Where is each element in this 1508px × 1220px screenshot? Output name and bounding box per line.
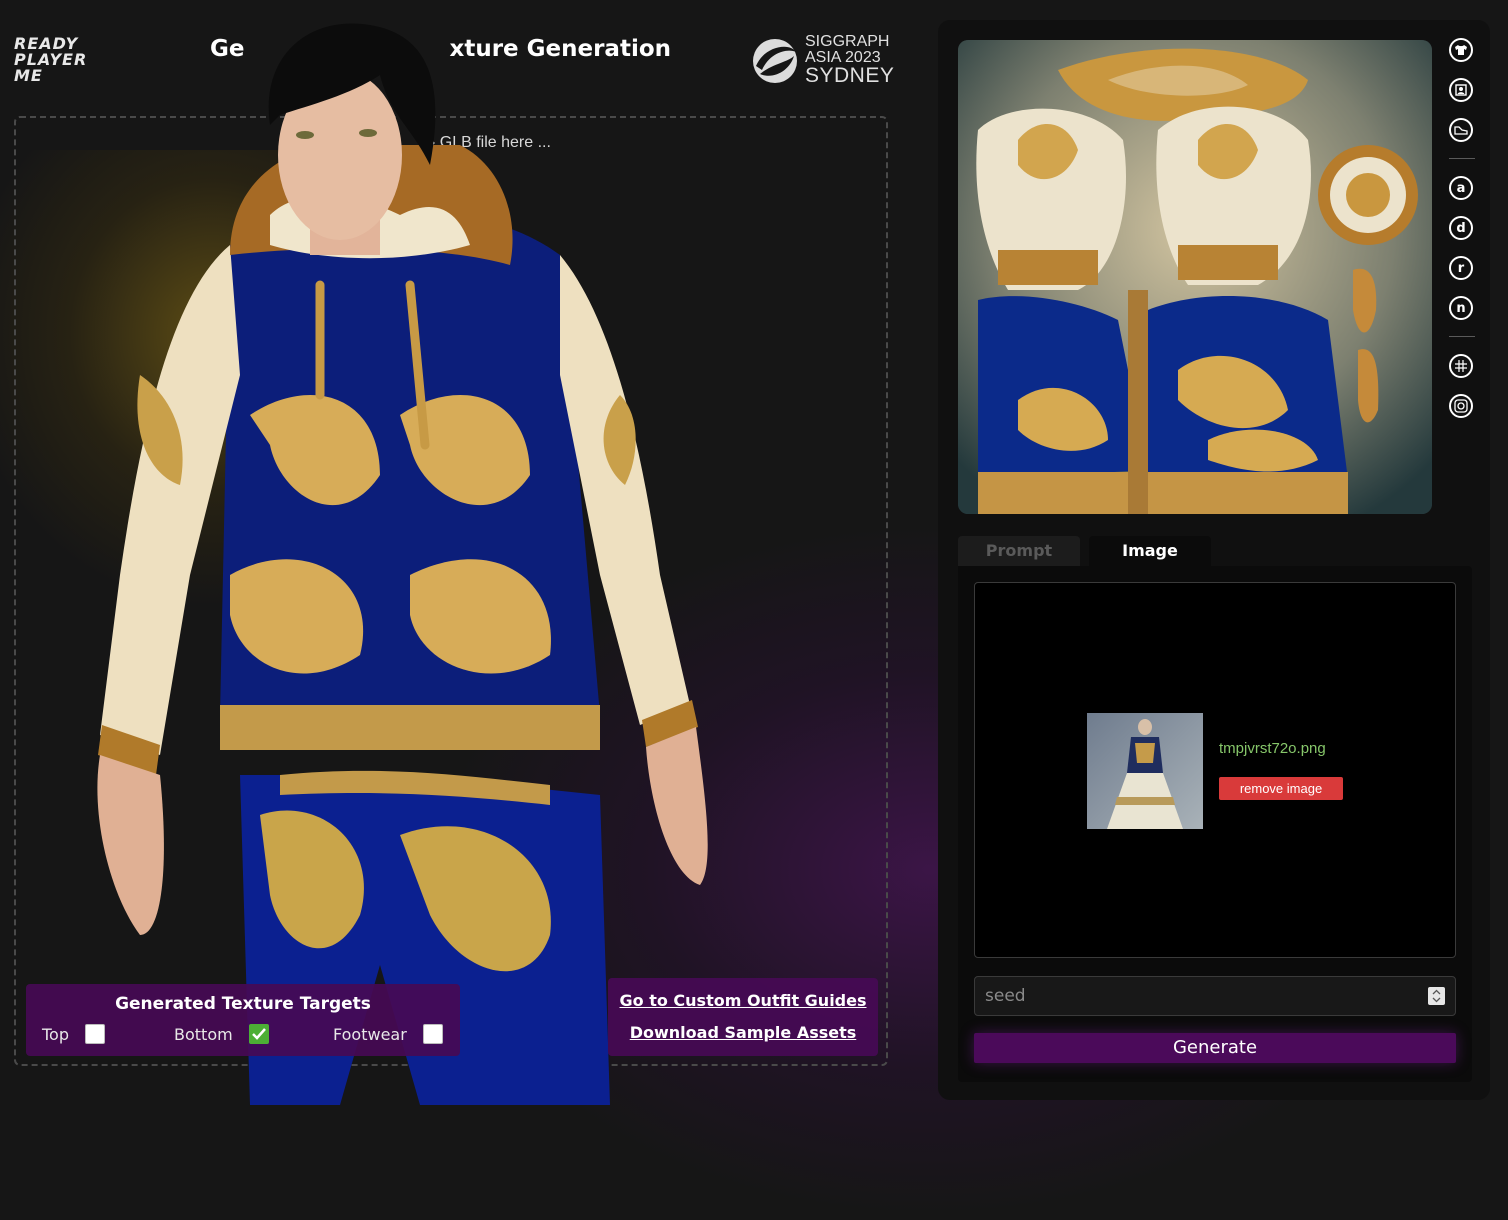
letter-d-icon[interactable]: d [1449,216,1473,240]
checkmark-icon [251,1028,266,1040]
sidebar-divider [1449,158,1475,159]
texture-preview [958,40,1432,514]
target-bottom-label: Bottom [174,1024,233,1044]
remove-image-button[interactable]: remove image [1219,777,1343,800]
uploaded-image-thumbnail [1087,713,1203,829]
texture-targets-panel: Generated Texture Targets Top Bottom Foo… [26,984,460,1056]
shoe-icon[interactable] [1449,118,1473,142]
siggraph-logo: SIGGRAPH ASIA 2023 SYDNEY [750,34,895,88]
generate-button[interactable]: Generate [974,1033,1456,1063]
guides-links-panel: Go to Custom Outfit Guides Download Samp… [608,978,878,1056]
target-top[interactable]: Top [42,1024,105,1044]
siggraph-line-1: SIGGRAPH [805,33,890,50]
target-bottom[interactable]: Bottom [174,1024,269,1044]
letter-r-icon[interactable]: r [1449,256,1473,280]
letter-n-icon[interactable]: n [1449,296,1473,320]
avatar-3d-viewer[interactable] [80,15,720,1105]
portrait-icon[interactable] [1449,78,1473,102]
seed-stepper[interactable] [1428,987,1445,1005]
tab-prompt[interactable]: Prompt [958,536,1080,566]
texture-targets-title: Generated Texture Targets [115,994,371,1014]
siggraph-mark-icon [753,39,797,83]
target-footwear-label: Footwear [333,1024,407,1044]
target-top-label: Top [42,1024,69,1044]
target-footwear[interactable]: Footwear [333,1024,443,1044]
download-sample-assets-link[interactable]: Download Sample Assets [608,1023,878,1042]
siggraph-line-3: SYDNEY [805,64,895,87]
target-top-checkbox[interactable] [85,1024,105,1044]
tab-image[interactable]: Image [1089,536,1211,566]
sidebar-divider [1449,336,1475,337]
image-upload-area[interactable] [974,582,1456,958]
seed-input[interactable]: seed [974,976,1456,1016]
target-footwear-checkbox[interactable] [422,1024,443,1044]
shirt-icon[interactable] [1449,38,1473,62]
camera-icon[interactable] [1449,394,1473,418]
target-bottom-checkbox[interactable] [248,1024,269,1044]
globe-icon[interactable] [1449,354,1473,378]
custom-outfit-guides-link[interactable]: Go to Custom Outfit Guides [608,991,878,1010]
uploaded-filename: tmpjvrst72o.png [1219,740,1326,757]
letter-a-icon[interactable]: a [1449,176,1473,200]
texture-atlas-image [958,40,1432,514]
